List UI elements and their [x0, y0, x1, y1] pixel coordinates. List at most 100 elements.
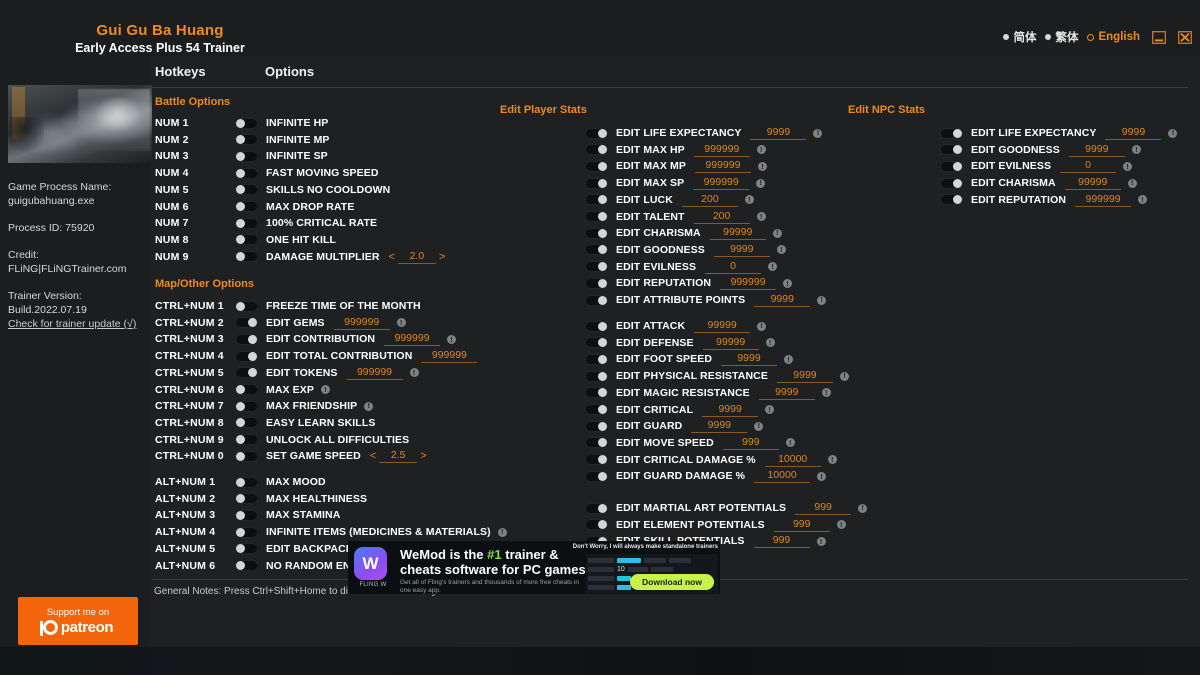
toggle-switch[interactable]: [585, 337, 608, 349]
toggle-switch[interactable]: [585, 437, 608, 449]
value-input[interactable]: 9999: [754, 293, 811, 307]
info-icon[interactable]: !: [744, 195, 754, 205]
info-icon[interactable]: !: [396, 318, 406, 328]
info-icon[interactable]: !: [1131, 145, 1141, 155]
value-input[interactable]: 999: [753, 534, 810, 549]
info-icon[interactable]: !: [836, 520, 846, 530]
spinner-value[interactable]: 2.5: [379, 449, 418, 464]
spinner-value[interactable]: 2.0: [397, 250, 436, 264]
info-icon[interactable]: !: [757, 321, 767, 331]
value-input[interactable]: 9999: [713, 243, 770, 257]
toggle-switch[interactable]: [585, 160, 608, 172]
toggle-switch[interactable]: [235, 317, 258, 329]
info-icon[interactable]: !: [827, 455, 837, 465]
value-input[interactable]: 999999: [333, 316, 390, 330]
value-input[interactable]: 999999: [720, 276, 777, 291]
toggle-switch[interactable]: [235, 417, 258, 429]
toggle-switch[interactable]: [585, 244, 608, 256]
toggle-switch[interactable]: [940, 177, 963, 189]
toggle-switch[interactable]: [235, 167, 258, 179]
toggle-switch[interactable]: [235, 234, 258, 246]
info-icon[interactable]: !: [784, 354, 794, 364]
toggle-switch[interactable]: [940, 194, 963, 206]
toggle-switch[interactable]: [585, 404, 608, 415]
toggle-switch[interactable]: [585, 387, 608, 399]
toggle-switch[interactable]: [235, 526, 258, 538]
spinner-decrement[interactable]: <: [388, 251, 396, 263]
info-icon[interactable]: !: [756, 212, 766, 221]
download-now-button[interactable]: Download now: [630, 574, 714, 590]
toggle-switch[interactable]: [235, 350, 258, 362]
toggle-switch[interactable]: [235, 251, 258, 263]
spinner-increment[interactable]: >: [419, 450, 427, 462]
toggle-switch[interactable]: [235, 367, 258, 379]
lang-option-english[interactable]: English: [1087, 31, 1140, 43]
info-icon[interactable]: !: [756, 178, 766, 188]
toggle-switch[interactable]: [235, 560, 258, 571]
info-icon[interactable]: !: [765, 405, 775, 414]
spinner-decrement[interactable]: <: [369, 450, 377, 462]
value-input[interactable]: 999: [722, 436, 779, 450]
info-icon[interactable]: !: [1127, 178, 1137, 188]
toggle-switch[interactable]: [940, 127, 963, 139]
info-icon[interactable]: !: [320, 385, 330, 394]
info-icon[interactable]: !: [409, 368, 419, 378]
info-icon[interactable]: !: [776, 245, 786, 255]
toggle-switch[interactable]: [235, 543, 258, 555]
wemod-ad-banner[interactable]: W FLING W WeMod is the #1 trainer & chea…: [348, 541, 720, 594]
toggle-switch[interactable]: [235, 201, 258, 212]
value-input[interactable]: 200: [681, 193, 738, 207]
info-icon[interactable]: !: [497, 527, 507, 537]
toggle-switch[interactable]: [585, 277, 608, 289]
toggle-switch[interactable]: [235, 434, 258, 446]
value-input[interactable]: 99999: [709, 226, 766, 241]
value-input[interactable]: 999999: [346, 366, 403, 380]
toggle-switch[interactable]: [585, 227, 608, 239]
value-input[interactable]: 999999: [421, 349, 478, 364]
toggle-switch[interactable]: [585, 502, 608, 514]
info-icon[interactable]: !: [817, 471, 827, 481]
toggle-switch[interactable]: [585, 420, 608, 432]
info-icon[interactable]: !: [858, 503, 868, 513]
value-input[interactable]: 99999: [1064, 176, 1121, 191]
toggle-switch[interactable]: [235, 384, 258, 395]
value-input[interactable]: 99999: [702, 336, 759, 350]
value-input[interactable]: 9999: [721, 352, 778, 367]
minimize-icon[interactable]: [1152, 30, 1166, 44]
info-icon[interactable]: !: [768, 262, 778, 272]
info-icon[interactable]: !: [785, 438, 795, 448]
value-input[interactable]: 200: [693, 210, 750, 224]
info-icon[interactable]: !: [821, 388, 831, 398]
value-input[interactable]: 9999: [750, 126, 807, 140]
toggle-switch[interactable]: [235, 217, 258, 229]
toggle-switch[interactable]: [585, 353, 608, 365]
toggle-switch[interactable]: [235, 184, 258, 196]
toggle-switch[interactable]: [585, 261, 608, 273]
value-input[interactable]: 99999: [694, 319, 751, 333]
value-input[interactable]: 999999: [1075, 193, 1132, 207]
value-input[interactable]: 10000: [764, 453, 821, 467]
value-input[interactable]: 0: [1060, 159, 1117, 174]
value-input[interactable]: 9999: [1068, 143, 1125, 157]
value-input[interactable]: 9999: [702, 403, 759, 417]
info-icon[interactable]: !: [813, 128, 823, 138]
info-icon[interactable]: !: [783, 278, 793, 288]
info-icon[interactable]: !: [364, 401, 374, 411]
info-icon[interactable]: !: [772, 228, 782, 238]
toggle-switch[interactable]: [585, 127, 608, 139]
toggle-switch[interactable]: [235, 134, 258, 146]
toggle-switch[interactable]: [585, 177, 608, 189]
info-icon[interactable]: !: [757, 161, 767, 171]
toggle-switch[interactable]: [235, 117, 258, 129]
toggle-switch[interactable]: [235, 509, 258, 521]
value-input[interactable]: 9999: [691, 419, 748, 434]
check-update-link[interactable]: Check for trainer update (√): [8, 317, 136, 331]
value-input[interactable]: 9999: [758, 386, 815, 400]
lang-option-traditional[interactable]: 繁体: [1045, 29, 1078, 45]
toggle-switch[interactable]: [235, 450, 258, 462]
toggle-switch[interactable]: [235, 300, 258, 312]
toggle-switch[interactable]: [585, 470, 608, 482]
toggle-switch[interactable]: [585, 294, 608, 306]
value-input[interactable]: 999999: [694, 159, 751, 174]
toggle-switch[interactable]: [585, 194, 608, 206]
